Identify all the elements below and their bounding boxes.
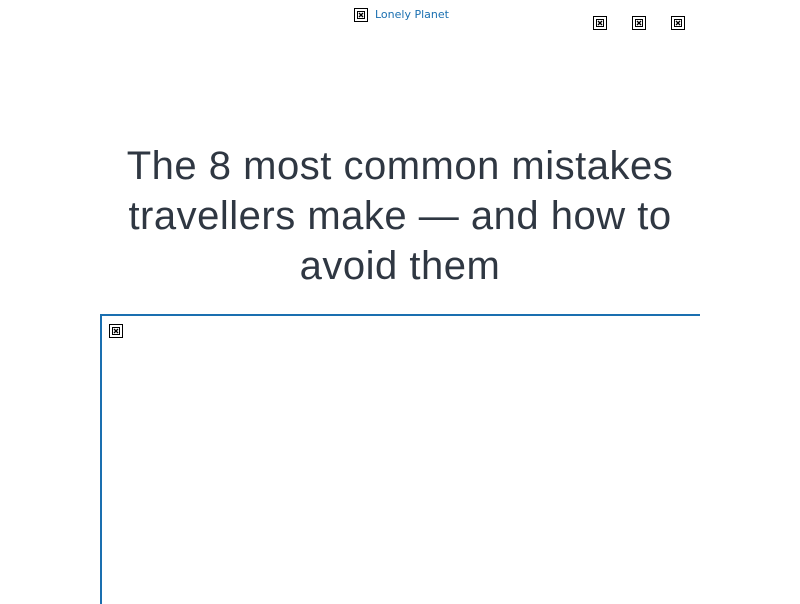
- logo-link[interactable]: Lonely Planet: [354, 7, 449, 23]
- broken-image-icon[interactable]: [671, 16, 685, 30]
- article-title: The 8 most common mistakes travellers ma…: [126, 144, 674, 288]
- hero-image-frame: [100, 314, 700, 604]
- broken-image-icon: [354, 8, 368, 22]
- broken-image-glyph: [674, 19, 682, 27]
- broken-image-glyph: [357, 11, 365, 19]
- broken-image-icon: [109, 324, 123, 338]
- broken-image-icon[interactable]: [632, 16, 646, 30]
- broken-image-glyph: [635, 19, 643, 27]
- broken-image-glyph: [112, 327, 120, 335]
- broken-image-glyph: [596, 19, 604, 27]
- logo-label: Lonely Planet: [375, 8, 449, 21]
- broken-image-icon[interactable]: [593, 16, 607, 30]
